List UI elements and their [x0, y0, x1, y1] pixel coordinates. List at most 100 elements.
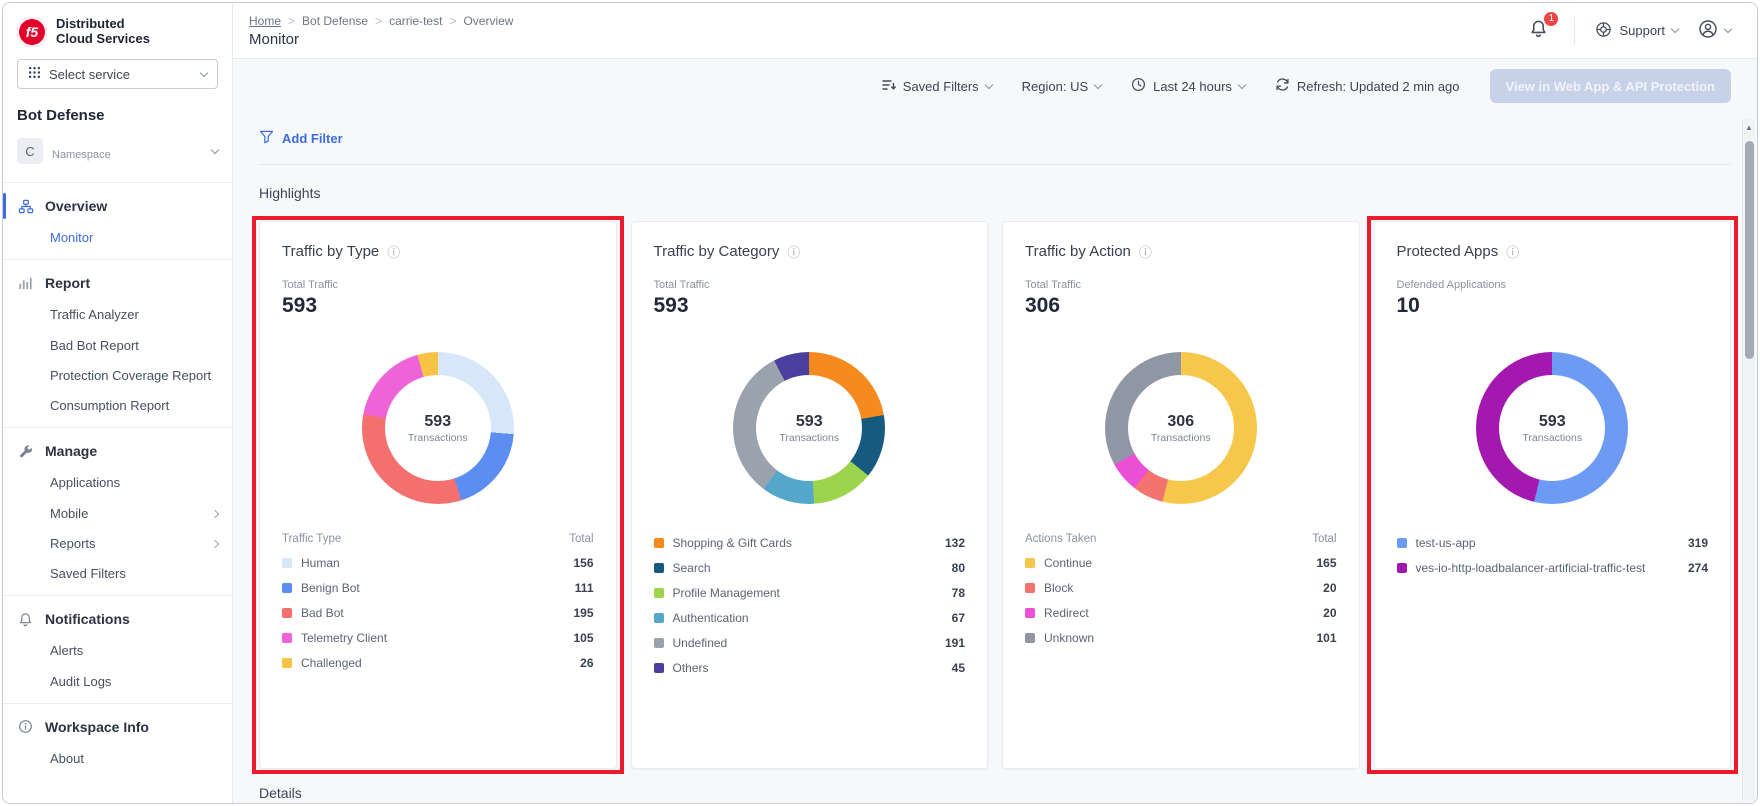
view-in-waap-button[interactable]: View in Web App & API Protection: [1490, 69, 1731, 103]
grid-icon: [28, 66, 41, 82]
metric-value: 306: [1025, 294, 1337, 318]
legend-value: 156: [573, 556, 593, 570]
card-title: Traffic by Type: [282, 243, 379, 260]
scrollbar[interactable]: ▲: [1742, 119, 1755, 801]
legend-label: Block: [1044, 581, 1314, 595]
donut-center-value: 306: [1167, 413, 1194, 431]
select-service-dropdown[interactable]: Select service: [17, 59, 218, 89]
legend-swatch: [654, 563, 664, 573]
legend-swatch: [1025, 558, 1035, 568]
scrollbar-thumb[interactable]: [1745, 141, 1754, 359]
notifications-icon: [17, 612, 34, 627]
legend-swatch: [282, 633, 292, 643]
sidebar-item-bad-bot-report[interactable]: Bad Bot Report: [3, 331, 232, 361]
sidebar-section-report[interactable]: Report: [3, 266, 232, 300]
card-title-row: Traffic by Actionⓘ: [1025, 242, 1337, 261]
sidebar-item-saved-filters[interactable]: Saved Filters: [3, 559, 232, 589]
sidebar-item-applications[interactable]: Applications: [3, 468, 232, 498]
saved-filters-dropdown[interactable]: Saved Filters: [882, 79, 992, 94]
info-icon[interactable]: ⓘ: [387, 242, 400, 261]
sidebar-item-monitor[interactable]: Monitor: [3, 223, 232, 253]
info-icon[interactable]: ⓘ: [1139, 242, 1152, 261]
breadcrumb-separator: >: [449, 14, 456, 28]
namespace-selector[interactable]: C Namespace: [3, 128, 232, 176]
legend-value: 195: [573, 606, 593, 620]
donut-center-label: Transactions: [1522, 432, 1582, 444]
sidebar-section-notifications[interactable]: Notifications: [3, 602, 232, 636]
metric-label: Total Traffic: [1025, 279, 1337, 291]
legend-label: Challenged: [301, 656, 571, 670]
legend-item: Continue165: [1025, 550, 1337, 575]
metric-label: Total Traffic: [282, 279, 594, 291]
notifications-bell-button[interactable]: 1: [1523, 15, 1554, 47]
breadcrumb-item[interactable]: Bot Defense: [302, 14, 368, 28]
clock-icon: [1131, 77, 1146, 95]
legend-swatch: [654, 538, 664, 548]
sidebar-item-label: Applications: [50, 475, 120, 491]
sidebar-section-overview[interactable]: Overview: [3, 189, 232, 223]
chevron-down-icon: [1671, 25, 1679, 33]
sidebar-item-label: Monitor: [50, 230, 93, 246]
breadcrumb-item[interactable]: Home: [249, 14, 281, 28]
chevron-down-icon: [200, 68, 208, 76]
info-icon[interactable]: ⓘ: [787, 242, 800, 261]
sidebar-section-manage[interactable]: Manage: [3, 434, 232, 468]
refresh-button[interactable]: Refresh: Updated 2 min ago: [1275, 77, 1460, 95]
sidebar-section-workspace-info[interactable]: Workspace Info: [3, 710, 232, 744]
product-title: Bot Defense: [3, 93, 232, 128]
sidebar-item-audit-logs[interactable]: Audit Logs: [3, 667, 232, 697]
sidebar-item-label: Bad Bot Report: [50, 338, 139, 354]
legend-label: Continue: [1044, 556, 1307, 570]
report-icon: [17, 276, 34, 290]
legend-swatch: [654, 588, 664, 598]
support-menu[interactable]: Support: [1595, 21, 1678, 41]
breadcrumb-item[interactable]: Overview: [463, 14, 513, 28]
sidebar-item-label: Audit Logs: [50, 674, 111, 690]
legend-swatch: [654, 638, 664, 648]
donut-center: 593Transactions: [756, 375, 862, 481]
sidebar-item-mobile[interactable]: Mobile: [3, 499, 232, 529]
sidebar-item-label: Traffic Analyzer: [50, 307, 139, 323]
region-dropdown[interactable]: Region: US: [1022, 79, 1101, 94]
sidebar-section-label: Manage: [45, 443, 97, 459]
legend-item: Undefined191: [654, 630, 966, 655]
sidebar-item-label: About: [50, 751, 84, 767]
legend-item: Telemetry Client105: [282, 625, 594, 650]
info-icon[interactable]: ⓘ: [1506, 242, 1519, 261]
sidebar-item-about[interactable]: About: [3, 744, 232, 774]
legend-item: ves-io-http-loadbalancer-artificial-traf…: [1397, 555, 1709, 580]
legend-label: Redirect: [1044, 606, 1314, 620]
f5-logo-icon: f5: [17, 17, 47, 47]
namespace-label: Namespace: [52, 149, 111, 161]
account-menu[interactable]: [1698, 19, 1731, 42]
logo: f5 Distributed Cloud Services: [3, 3, 232, 57]
workspace-info-icon: [17, 719, 34, 734]
sidebar-item-consumption-report[interactable]: Consumption Report: [3, 391, 232, 421]
card-title: Traffic by Category: [654, 243, 780, 260]
scrollbar-up-arrow[interactable]: ▲: [1743, 119, 1755, 132]
logo-text: Distributed Cloud Services: [56, 17, 150, 47]
toolbar: Saved Filters Region: US Last 24 hours: [259, 59, 1731, 113]
card-traffic-by-type: Traffic by TypeⓘTotal Traffic593593Trans…: [259, 221, 617, 769]
legend-item: Shopping & Gift Cards132: [654, 530, 966, 555]
add-filter-button[interactable]: Add Filter: [259, 130, 343, 147]
legend: Traffic TypeTotalHuman156Benign Bot111Ba…: [282, 530, 594, 675]
breadcrumb-separator: >: [288, 14, 295, 28]
card-title-row: Traffic by Type ⓘ: [282, 242, 594, 261]
sidebar-item-reports[interactable]: Reports: [3, 529, 232, 559]
legend-header-name: Traffic Type: [282, 533, 341, 545]
sidebar-item-traffic-analyzer[interactable]: Traffic Analyzer: [3, 300, 232, 330]
legend-value: 111: [575, 581, 594, 595]
support-label: Support: [1619, 23, 1665, 38]
breadcrumb-item[interactable]: carrie-test: [389, 14, 442, 28]
funnel-icon: [259, 130, 274, 147]
legend-label: Undefined: [673, 636, 936, 650]
sidebar-item-alerts[interactable]: Alerts: [3, 636, 232, 666]
legend-header: Traffic TypeTotal: [282, 530, 594, 550]
donut-wrap: 593Transactions: [1476, 352, 1628, 504]
legend-label: Others: [673, 661, 943, 675]
legend-value: 132: [945, 536, 965, 550]
legend-value: 67: [952, 611, 965, 625]
time-range-dropdown[interactable]: Last 24 hours: [1131, 77, 1245, 95]
sidebar-item-protection-coverage-report[interactable]: Protection Coverage Report: [3, 361, 232, 391]
